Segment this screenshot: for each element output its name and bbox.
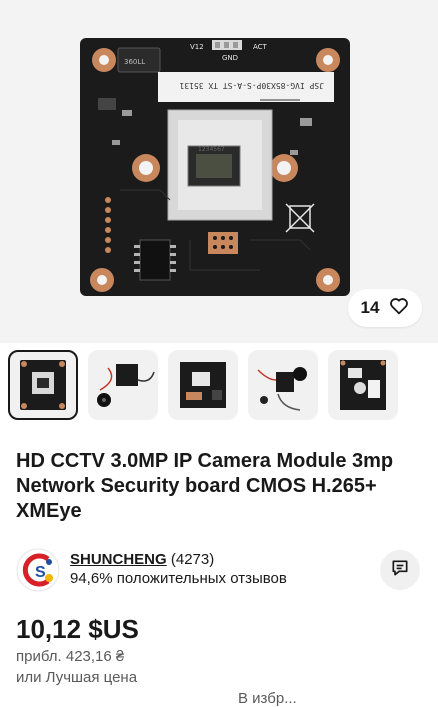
price: 10,12 $US	[16, 614, 139, 644]
silk-sensor-serial: 1234567	[198, 146, 225, 153]
silk-act: ACT	[253, 43, 268, 51]
message-icon	[390, 558, 410, 583]
thumbnail-strip	[8, 350, 438, 422]
thumbnail-4[interactable]	[248, 350, 318, 420]
watch-count: 14	[360, 298, 380, 317]
seller-feedback-count: (4273)	[170, 551, 215, 568]
silk-label-strip: JSP IVG-85X30P-S-A-ST TX 35131	[179, 81, 324, 90]
silk-v12: V12	[190, 43, 204, 51]
silk-gnd: GND	[222, 54, 238, 62]
seller-feedback-percent: 94,6% положительных отзывов	[70, 570, 287, 587]
product-image[interactable]: V12 GND ACT 360LL JSP IVG-85X30P-S-A-ST …	[0, 0, 438, 343]
seller-logo[interactable]: S	[16, 548, 60, 592]
svg-text:S: S	[35, 564, 46, 581]
approx-price: прибл. 423,16 ₴	[16, 648, 125, 665]
watchers-pill[interactable]: 14	[348, 289, 422, 327]
contact-seller-button[interactable]	[380, 550, 420, 590]
seller-name-line: SHUNCHENG (4273)	[70, 551, 214, 568]
best-offer-text: или Лучшая цена	[16, 669, 138, 686]
thumbnail-5[interactable]	[328, 350, 398, 420]
heart-icon[interactable]	[389, 297, 409, 320]
thumbnail-1[interactable]	[8, 350, 78, 420]
thumbnail-2[interactable]	[88, 350, 158, 420]
thumbnail-3[interactable]	[168, 350, 238, 420]
listing-title: HD CCTV 3.0MP IP Camera Module 3mp Netwo…	[16, 450, 394, 522]
silk-chip-mark: 360LL	[124, 58, 145, 66]
seller-name-link[interactable]: SHUNCHENG	[70, 551, 167, 568]
watchlist-cut-text: В избр...	[238, 690, 297, 707]
